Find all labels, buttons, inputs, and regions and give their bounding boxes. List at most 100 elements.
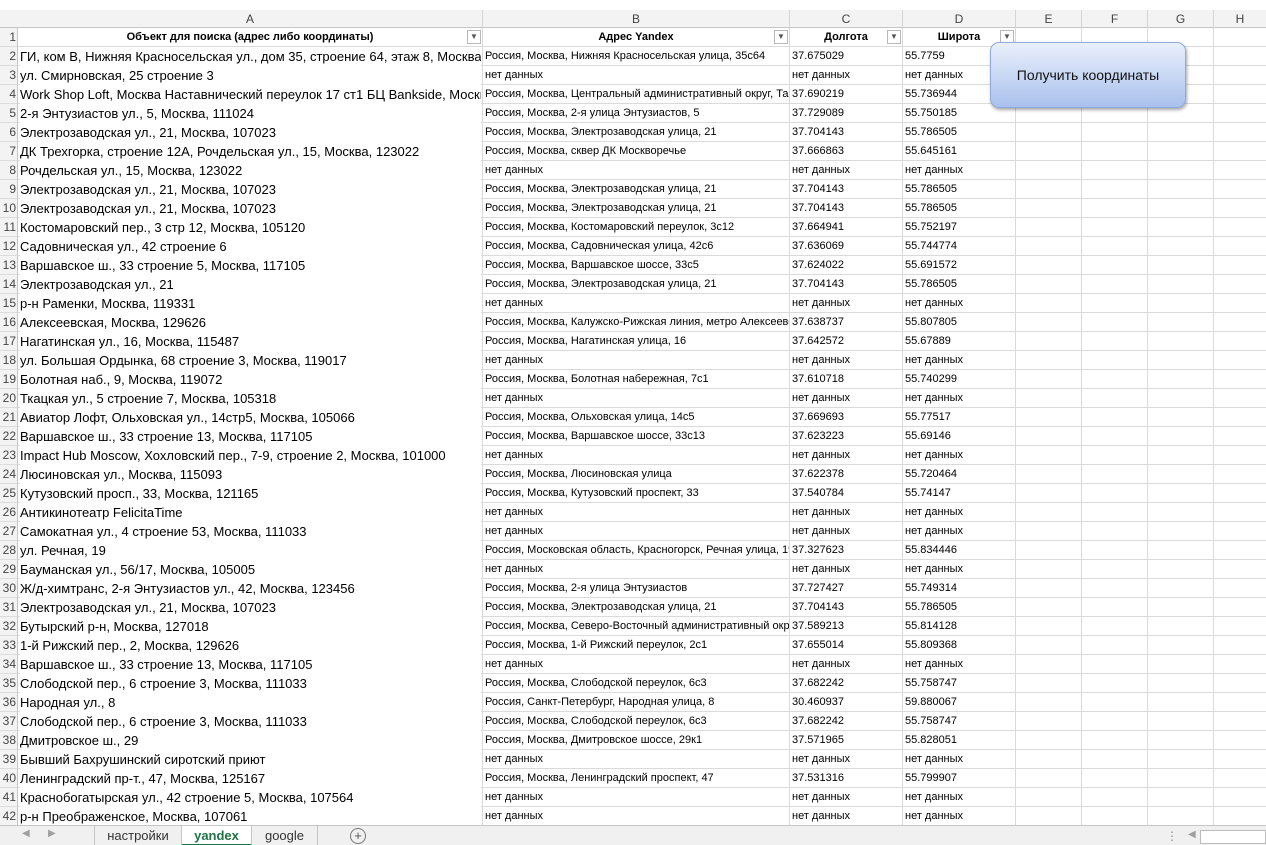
- row-header[interactable]: 14: [0, 275, 18, 294]
- empty-cell[interactable]: [1148, 294, 1214, 313]
- row-header[interactable]: 32: [0, 617, 18, 636]
- horizontal-scrollbar[interactable]: [1200, 830, 1266, 844]
- empty-cell[interactable]: [1148, 598, 1214, 617]
- empty-cell[interactable]: [1082, 294, 1148, 313]
- cell-longitude[interactable]: 37.675029: [790, 47, 903, 66]
- cell-yandex-address[interactable]: нет данных: [483, 503, 790, 522]
- row-header[interactable]: 7: [0, 142, 18, 161]
- cell-longitude[interactable]: нет данных: [790, 66, 903, 85]
- cell-latitude[interactable]: 55.69146: [903, 427, 1016, 446]
- column-header-b[interactable]: B: [483, 10, 790, 28]
- cell-latitude[interactable]: 55.691572: [903, 256, 1016, 275]
- cell-longitude[interactable]: 37.622378: [790, 465, 903, 484]
- row-header[interactable]: 5: [0, 104, 18, 123]
- cell-yandex-address[interactable]: Россия, Москва, Ленинградский проспект, …: [483, 769, 790, 788]
- cell-yandex-address[interactable]: нет данных: [483, 788, 790, 807]
- cell-object[interactable]: Краснобогатырская ул., 42 строение 5, Мо…: [18, 788, 483, 807]
- empty-cell[interactable]: [1016, 522, 1082, 541]
- row-header[interactable]: 21: [0, 408, 18, 427]
- tab-settings[interactable]: настройки: [94, 826, 182, 845]
- empty-cell[interactable]: [1148, 541, 1214, 560]
- cell-object[interactable]: Кутузовский просп., 33, Москва, 121165: [18, 484, 483, 503]
- cell-yandex-address[interactable]: Россия, Москва, Электрозаводская улица, …: [483, 180, 790, 199]
- row-header[interactable]: 20: [0, 389, 18, 408]
- empty-cell[interactable]: [1214, 617, 1266, 636]
- empty-cell[interactable]: [1082, 275, 1148, 294]
- cell-longitude[interactable]: 37.666863: [790, 142, 903, 161]
- cell-object[interactable]: Бывший Бахрушинский сиротский приют: [18, 750, 483, 769]
- empty-cell[interactable]: [1082, 503, 1148, 522]
- cell-latitude[interactable]: нет данных: [903, 560, 1016, 579]
- cell-longitude[interactable]: нет данных: [790, 788, 903, 807]
- cell-yandex-address[interactable]: Россия, Москва, Электрозаводская улица, …: [483, 598, 790, 617]
- cell-object[interactable]: Нагатинская ул., 16, Москва, 115487: [18, 332, 483, 351]
- row-header[interactable]: 8: [0, 161, 18, 180]
- empty-cell[interactable]: [1214, 769, 1266, 788]
- empty-cell[interactable]: [1082, 218, 1148, 237]
- empty-cell[interactable]: [1148, 256, 1214, 275]
- cell-yandex-address[interactable]: Россия, Москва, Дмитровское шоссе, 29к1: [483, 731, 790, 750]
- empty-cell[interactable]: [1214, 85, 1266, 104]
- empty-cell[interactable]: [1082, 142, 1148, 161]
- empty-cell[interactable]: [1214, 66, 1266, 85]
- empty-cell[interactable]: [1082, 788, 1148, 807]
- empty-cell[interactable]: [1016, 294, 1082, 313]
- tab-yandex[interactable]: yandex: [182, 826, 252, 845]
- cell-yandex-address[interactable]: нет данных: [483, 351, 790, 370]
- cell-longitude[interactable]: 37.664941: [790, 218, 903, 237]
- cell-longitude[interactable]: 37.704143: [790, 180, 903, 199]
- empty-cell[interactable]: [1082, 484, 1148, 503]
- cell-longitude[interactable]: 37.682242: [790, 712, 903, 731]
- empty-cell[interactable]: [1016, 750, 1082, 769]
- cell-yandex-address[interactable]: нет данных: [483, 655, 790, 674]
- empty-cell[interactable]: [1148, 522, 1214, 541]
- cell-latitude[interactable]: 55.834446: [903, 541, 1016, 560]
- cell-latitude[interactable]: 55.740299: [903, 370, 1016, 389]
- tab-google[interactable]: google: [252, 826, 318, 845]
- empty-cell[interactable]: [1214, 370, 1266, 389]
- row-header[interactable]: 35: [0, 674, 18, 693]
- empty-cell[interactable]: [1214, 807, 1266, 826]
- empty-cell[interactable]: [1214, 408, 1266, 427]
- empty-cell[interactable]: [1148, 142, 1214, 161]
- empty-cell[interactable]: [1016, 788, 1082, 807]
- cell-object[interactable]: ул. Смирновская, 25 строение 3: [18, 66, 483, 85]
- empty-cell[interactable]: [1148, 636, 1214, 655]
- cell-longitude[interactable]: 37.638737: [790, 313, 903, 332]
- cell-object[interactable]: 2-я Энтузиастов ул., 5, Москва, 111024: [18, 104, 483, 123]
- column-header-a[interactable]: A: [18, 10, 483, 28]
- cell-yandex-address[interactable]: Россия, Москва, 2-я улица Энтузиастов, 5: [483, 104, 790, 123]
- empty-cell[interactable]: [1016, 389, 1082, 408]
- empty-cell[interactable]: [1082, 617, 1148, 636]
- empty-cell[interactable]: [1148, 712, 1214, 731]
- empty-cell[interactable]: [1016, 180, 1082, 199]
- column-header-c[interactable]: C: [790, 10, 903, 28]
- cell-latitude[interactable]: 55.809368: [903, 636, 1016, 655]
- prev-sheet-icon[interactable]: ◀: [22, 828, 30, 839]
- cell-object[interactable]: Авиатор Лофт, Ольховская ул., 14стр5, Мо…: [18, 408, 483, 427]
- empty-cell[interactable]: [1016, 712, 1082, 731]
- empty-cell[interactable]: [1016, 655, 1082, 674]
- empty-cell[interactable]: [1148, 655, 1214, 674]
- cell-yandex-address[interactable]: нет данных: [483, 161, 790, 180]
- cell-yandex-address[interactable]: Россия, Москва, Электрозаводская улица, …: [483, 123, 790, 142]
- empty-cell[interactable]: [1082, 560, 1148, 579]
- cell-object[interactable]: Варшавское ш., 33 строение 5, Москва, 11…: [18, 256, 483, 275]
- cell-latitude[interactable]: 55.786505: [903, 275, 1016, 294]
- cell-object[interactable]: Impact Hub Moscow, Хохловский пер., 7-9,…: [18, 446, 483, 465]
- empty-cell[interactable]: [1016, 351, 1082, 370]
- row-header[interactable]: 31: [0, 598, 18, 617]
- cell-object[interactable]: Электрозаводская ул., 21, Москва, 107023: [18, 598, 483, 617]
- empty-cell[interactable]: [1082, 199, 1148, 218]
- cell-longitude[interactable]: нет данных: [790, 503, 903, 522]
- cell-yandex-address[interactable]: Россия, Москва, Люсиновская улица: [483, 465, 790, 484]
- empty-cell[interactable]: [1082, 750, 1148, 769]
- column-header-e[interactable]: E: [1016, 10, 1082, 28]
- cell-longitude[interactable]: нет данных: [790, 522, 903, 541]
- row-header[interactable]: 13: [0, 256, 18, 275]
- cell-latitude[interactable]: нет данных: [903, 522, 1016, 541]
- empty-cell[interactable]: [1148, 807, 1214, 826]
- empty-cell[interactable]: [1016, 731, 1082, 750]
- cell-yandex-address[interactable]: нет данных: [483, 522, 790, 541]
- empty-cell[interactable]: [1214, 560, 1266, 579]
